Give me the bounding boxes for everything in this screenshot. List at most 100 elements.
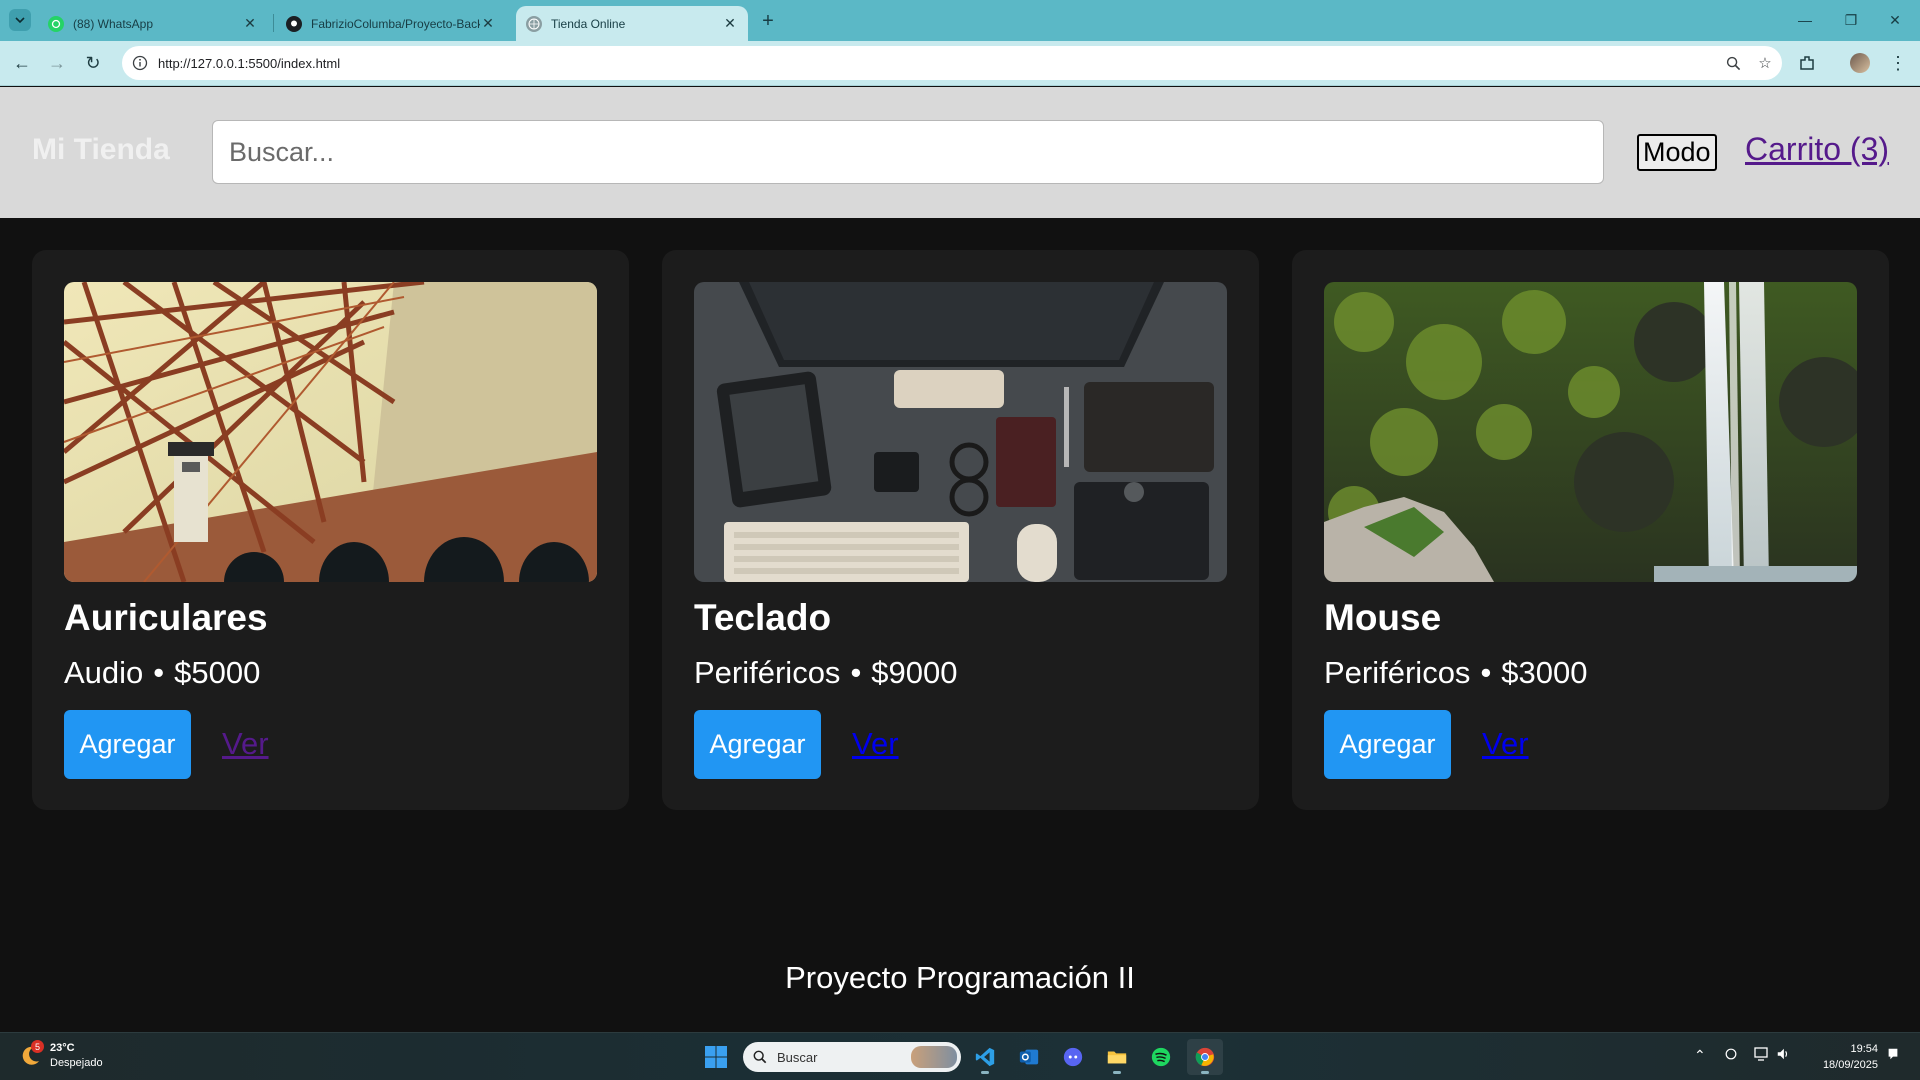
restore-icon: ❐ xyxy=(1844,11,1858,28)
close-window-button[interactable]: ✕ xyxy=(1880,8,1910,32)
site-brand[interactable]: Mi Tienda xyxy=(32,133,170,167)
notification-badge: 5 xyxy=(31,1040,44,1053)
taskbar-discord[interactable] xyxy=(1055,1039,1091,1075)
tab-divider xyxy=(273,14,274,32)
taskbar-spotify[interactable] xyxy=(1143,1039,1179,1075)
weather-temperature: 23°C xyxy=(50,1042,75,1054)
weather-moon-icon: 5 xyxy=(18,1040,44,1068)
site-header: Mi Tienda Modo Carrito (3) xyxy=(0,87,1920,218)
restore-button[interactable]: ❐ xyxy=(1836,8,1866,32)
tab-whatsapp[interactable]: (88) WhatsApp ✕ xyxy=(38,6,268,41)
product-card: Mouse Periféricos • $3000 Agregar Ver xyxy=(1292,250,1889,810)
view-product-link[interactable]: Ver xyxy=(222,726,269,762)
meta-separator: • xyxy=(850,655,862,690)
taskbar-vscode[interactable] xyxy=(967,1039,1003,1075)
bookmark-star-icon[interactable]: ☆ xyxy=(1754,52,1776,74)
profile-avatar[interactable] xyxy=(1846,49,1874,77)
menu-kebab-icon[interactable]: ⋮ xyxy=(1884,49,1912,77)
view-product-link[interactable]: Ver xyxy=(1482,726,1529,762)
weather-description: Despejado xyxy=(50,1057,103,1069)
notifications-icon[interactable] xyxy=(1886,1047,1900,1064)
arrow-right-icon: → xyxy=(48,52,66,73)
product-meta: Audio • $5000 xyxy=(64,655,260,691)
tab-search-button[interactable] xyxy=(9,9,31,31)
meta-separator: • xyxy=(1480,655,1492,690)
product-image-waterfall xyxy=(1324,282,1857,582)
outlook-icon xyxy=(1019,1049,1039,1065)
close-icon[interactable]: ✕ xyxy=(242,15,258,32)
weather-widget[interactable]: 5 23°C Despejado xyxy=(18,1040,103,1071)
search-icon xyxy=(753,1050,767,1064)
github-icon xyxy=(286,15,302,32)
meta-separator: • xyxy=(153,655,165,690)
folder-icon xyxy=(1107,1051,1127,1064)
tab-tienda-online[interactable]: Tienda Online ✕ xyxy=(516,6,748,41)
tab-label: FabrizioColumba/Proyecto-Backend xyxy=(311,16,480,31)
chrome-icon xyxy=(1195,1047,1215,1067)
product-meta: Periféricos • $3000 xyxy=(1324,655,1588,691)
whatsapp-icon xyxy=(48,15,64,32)
plus-icon: + xyxy=(762,9,774,32)
tab-github[interactable]: FabrizioColumba/Proyecto-Backend ✕ xyxy=(276,6,506,41)
new-tab-button[interactable]: + xyxy=(756,9,780,33)
product-price: $9000 xyxy=(871,655,958,690)
product-name: Auriculares xyxy=(64,597,268,638)
product-card: Auriculares Audio • $5000 Agregar Ver xyxy=(32,250,629,810)
sync-icon[interactable] xyxy=(1724,1047,1738,1064)
browser-tabbar: (88) WhatsApp ✕ FabrizioColumba/Proyecto… xyxy=(0,0,1920,41)
close-icon[interactable]: ✕ xyxy=(480,15,496,32)
taskbar-file-explorer[interactable] xyxy=(1099,1039,1135,1075)
taskbar-search[interactable]: Buscar xyxy=(743,1042,961,1072)
globe-icon xyxy=(526,15,542,32)
vscode-icon xyxy=(975,1047,995,1067)
taskbar-chrome[interactable] xyxy=(1187,1039,1223,1075)
address-bar[interactable]: http://127.0.0.1:5500/index.html ☆ xyxy=(122,46,1782,80)
product-card: Teclado Periféricos • $9000 Agregar Ver xyxy=(662,250,1259,810)
view-product-link[interactable]: Ver xyxy=(852,726,899,762)
tab-label: (88) WhatsApp xyxy=(73,16,154,31)
minimize-icon: — xyxy=(1798,12,1812,28)
close-icon[interactable]: ✕ xyxy=(722,15,738,32)
search-input[interactable] xyxy=(212,120,1604,184)
volume-icon[interactable] xyxy=(1776,1047,1790,1064)
arrow-left-icon: ← xyxy=(13,52,31,73)
close-icon: ✕ xyxy=(1889,11,1901,28)
product-image-bridge xyxy=(64,282,597,582)
chevron-up-icon[interactable]: ⌃ xyxy=(1694,1047,1706,1064)
forward-button[interactable]: → xyxy=(43,49,71,77)
windows-taskbar: 5 23°C Despejado Buscar ⌃ 19:54 18/09/20… xyxy=(0,1032,1920,1080)
system-clock[interactable]: 19:54 18/09/2025 xyxy=(1810,1041,1878,1073)
clock-time: 19:54 xyxy=(1850,1043,1878,1055)
discord-icon xyxy=(1063,1047,1083,1067)
product-category: Audio xyxy=(64,655,144,690)
product-name: Teclado xyxy=(694,597,832,638)
product-image-desk xyxy=(694,282,1227,582)
taskbar-outlook[interactable] xyxy=(1011,1039,1047,1075)
clock-date: 18/09/2025 xyxy=(1822,1059,1878,1071)
site-footer: Proyecto Programación II xyxy=(785,960,1135,995)
mode-toggle-button[interactable]: Modo xyxy=(1637,134,1717,171)
browser-toolbar: ← → ↻ http://127.0.0.1:5500/index.html ☆… xyxy=(0,41,1920,86)
extensions-icon[interactable] xyxy=(1793,49,1821,77)
site-info-icon[interactable] xyxy=(132,55,148,71)
add-to-cart-button[interactable]: Agregar xyxy=(1324,710,1451,779)
add-to-cart-button[interactable]: Agregar xyxy=(64,710,191,779)
search-highlight-image xyxy=(911,1046,957,1068)
reload-button[interactable]: ↻ xyxy=(79,49,107,77)
minimize-button[interactable]: — xyxy=(1790,8,1820,32)
product-price: $5000 xyxy=(174,655,261,690)
cart-link[interactable]: Carrito (3) xyxy=(1745,131,1889,168)
product-price: $3000 xyxy=(1501,655,1588,690)
start-button[interactable] xyxy=(698,1039,734,1075)
zoom-icon[interactable] xyxy=(1722,52,1744,74)
product-name: Mouse xyxy=(1324,597,1442,638)
reload-icon: ↻ xyxy=(85,52,101,73)
network-icon[interactable] xyxy=(1754,1047,1770,1064)
chevron-down-icon xyxy=(15,17,25,24)
product-category: Periféricos xyxy=(1324,655,1471,690)
add-to-cart-button[interactable]: Agregar xyxy=(694,710,821,779)
product-meta: Periféricos • $9000 xyxy=(694,655,958,691)
windows-icon xyxy=(705,1046,727,1068)
taskbar-search-label: Buscar xyxy=(777,1049,818,1065)
back-button[interactable]: ← xyxy=(8,49,36,77)
